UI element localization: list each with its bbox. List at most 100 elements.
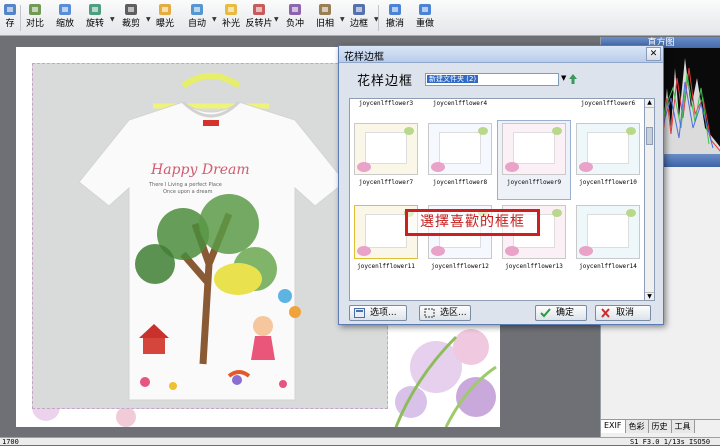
rotate-icon (89, 4, 101, 15)
thumbnail-grid: joycenlfflower3 joycenlfflower4 joycenlffl… (349, 98, 645, 301)
toolbar-button-label: 反转片 (245, 19, 273, 29)
border-preview (576, 123, 640, 175)
border-thumbnail[interactable]: joycenlfflower10 (572, 121, 644, 199)
reversal-film-icon (253, 4, 265, 15)
toolbar-button-label: 曝光 (155, 19, 174, 29)
toolbar-button-label: 裁剪 (121, 19, 140, 29)
border-preview-inner (439, 132, 481, 164)
border-thumbnail[interactable]: joycenlfflower8 (424, 121, 496, 199)
options-button[interactable]: 选项... (349, 305, 407, 321)
border-thumbnail-label: joycenlfflower7 (358, 179, 414, 186)
flower-decoration (431, 246, 445, 256)
border-preview (502, 123, 566, 175)
cancel-icon (601, 308, 610, 318)
toolbar-button-5[interactable]: 裁剪 (118, 3, 144, 33)
border-thumbnail-label: joycenlfflower4 (432, 100, 488, 107)
chevron-down-icon[interactable]: ▼ (146, 16, 151, 23)
toolbar-button-9[interactable]: 反转片 (245, 3, 273, 33)
scroll-up-arrow[interactable]: ▲ (645, 99, 654, 108)
checkmark-icon (540, 308, 551, 318)
toolbar-button-4[interactable]: 旋转 (82, 3, 108, 33)
border-preview-inner (587, 132, 629, 164)
border-thumbnail-label: joycenlfflower9 (506, 179, 562, 186)
folder-up-icon[interactable] (568, 73, 578, 85)
scroll-thumb[interactable] (646, 127, 653, 145)
info-tab[interactable]: 工具 (671, 420, 695, 433)
flower-decoration (626, 209, 636, 217)
fill-light-icon (225, 4, 237, 15)
close-button[interactable]: ✕ (646, 47, 661, 61)
border-thumbnail-label: joycenlfflower8 (432, 179, 488, 186)
scroll-down-arrow[interactable]: ▼ (645, 292, 654, 301)
flower-decoration (552, 127, 562, 135)
toolbar-button-3[interactable]: 缩放 (52, 3, 78, 33)
shirt-print-title: Happy Dream (151, 162, 250, 178)
select-region-icon (424, 308, 435, 318)
info-tabs: EXIF 色彩 历史 工具 (601, 419, 720, 433)
folder-select-value: 新建文件夹 (2) (427, 75, 479, 83)
border-icon (353, 4, 365, 15)
border-thumbnail[interactable]: joycenlfflower6 (572, 99, 644, 111)
select-region-button[interactable]: 选区... (419, 305, 471, 321)
info-tab[interactable]: EXIF (601, 420, 626, 433)
toolbar-button-14[interactable]: 重做 (412, 3, 438, 33)
chevron-down-icon[interactable]: ▼ (212, 16, 217, 23)
dialog-heading: 花样边框 (357, 74, 414, 89)
main-toolbar: 存对比 缩放 旋转 ▼ 裁剪 ▼ 曝光 自动 ▼ 补光 反转片 ▼ 负冲 旧相 ▼ 边框 ▼ 撤消 重做 (0, 0, 720, 36)
chevron-down-icon[interactable]: ▼ (340, 16, 345, 23)
border-thumbnail[interactable]: joycenlfflower9 (497, 120, 571, 200)
cancel-button[interactable]: 取消 (595, 305, 651, 321)
crop-icon (125, 4, 137, 15)
choose-border-hint: 選擇喜歡的框框 (405, 209, 540, 236)
toolbar-button-label: 边框 (349, 19, 368, 29)
flower-decoration (357, 246, 371, 256)
toolbar-button-1[interactable]: 存 (2, 3, 18, 33)
toolbar-button-7[interactable]: 自动 (184, 3, 210, 33)
flower-border-dialog: 花样边框 ✕ 花样边框 新建文件夹 (2) ▼ joycenlfflower3 j… (338, 45, 664, 325)
dialog-titlebar[interactable]: 花样边框 ✕ (339, 46, 663, 63)
toolbar-button-11[interactable]: 旧相 (312, 3, 338, 33)
toolbar-button-2[interactable]: 对比 (22, 3, 48, 33)
photo-inner-frame: Happy Dream There I Living a perfect Pla… (32, 63, 388, 409)
flower-decoration (505, 162, 519, 172)
thumbnail-scrollbar[interactable]: ▲ ▼ (645, 98, 655, 301)
toolbar-button-label: 存 (5, 19, 15, 29)
flower-decoration (626, 127, 636, 135)
cross-process-icon (289, 4, 301, 15)
toolbar-button-label: 缩放 (55, 19, 74, 29)
flower-decoration (431, 162, 445, 172)
border-thumbnail[interactable]: joycenlfflower14 (572, 203, 644, 281)
toolbar-button-label: 撤消 (385, 19, 404, 29)
border-thumbnail[interactable]: joycenlfflower3 (350, 99, 422, 111)
toolbar-button-label: 对比 (25, 19, 44, 29)
border-thumbnail-label: joycenlfflower14 (579, 263, 637, 270)
redo-icon (419, 4, 431, 15)
select-region-label: 选区... (440, 308, 467, 318)
shirt-print-line2: Once upon a dream (163, 189, 213, 195)
chevron-down-icon[interactable]: ▼ (274, 16, 279, 23)
chevron-down-icon[interactable]: ▼ (110, 16, 115, 23)
border-thumbnail[interactable]: joycenlfflower7 (350, 121, 422, 199)
info-tab[interactable]: 历史 (648, 420, 672, 433)
toolbar-button-8[interactable]: 补光 (218, 3, 244, 33)
toolbar-button-13[interactable]: 撤消 (382, 3, 408, 33)
border-thumbnail-label: joycenlfflower12 (431, 263, 489, 270)
toolbar-button-6[interactable]: 曝光 (152, 3, 178, 33)
ok-button[interactable]: 确定 (535, 305, 587, 321)
flower-decoration (552, 209, 562, 217)
border-thumbnail[interactable] (498, 99, 570, 111)
border-thumbnail-label: joycenlfflower6 (580, 100, 636, 107)
toolbar-button-10[interactable]: 负冲 (282, 3, 308, 33)
folder-select[interactable]: 新建文件夹 (2) (425, 73, 559, 86)
chevron-down-icon[interactable]: ▼ (561, 74, 566, 82)
flower-decoration (505, 246, 519, 256)
border-preview-inner (365, 214, 407, 248)
cancel-label: 取消 (616, 308, 635, 318)
tshirt-image (78, 73, 346, 401)
toolbar-button-label: 旋转 (85, 19, 104, 29)
toolbar-button-label: 自动 (187, 19, 206, 29)
border-thumbnail-label: joycenlfflower3 (358, 100, 414, 107)
info-tab[interactable]: 色彩 (625, 420, 649, 433)
toolbar-button-12[interactable]: 边框 (346, 3, 372, 33)
border-thumbnail[interactable]: joycenlfflower4 (424, 99, 496, 111)
